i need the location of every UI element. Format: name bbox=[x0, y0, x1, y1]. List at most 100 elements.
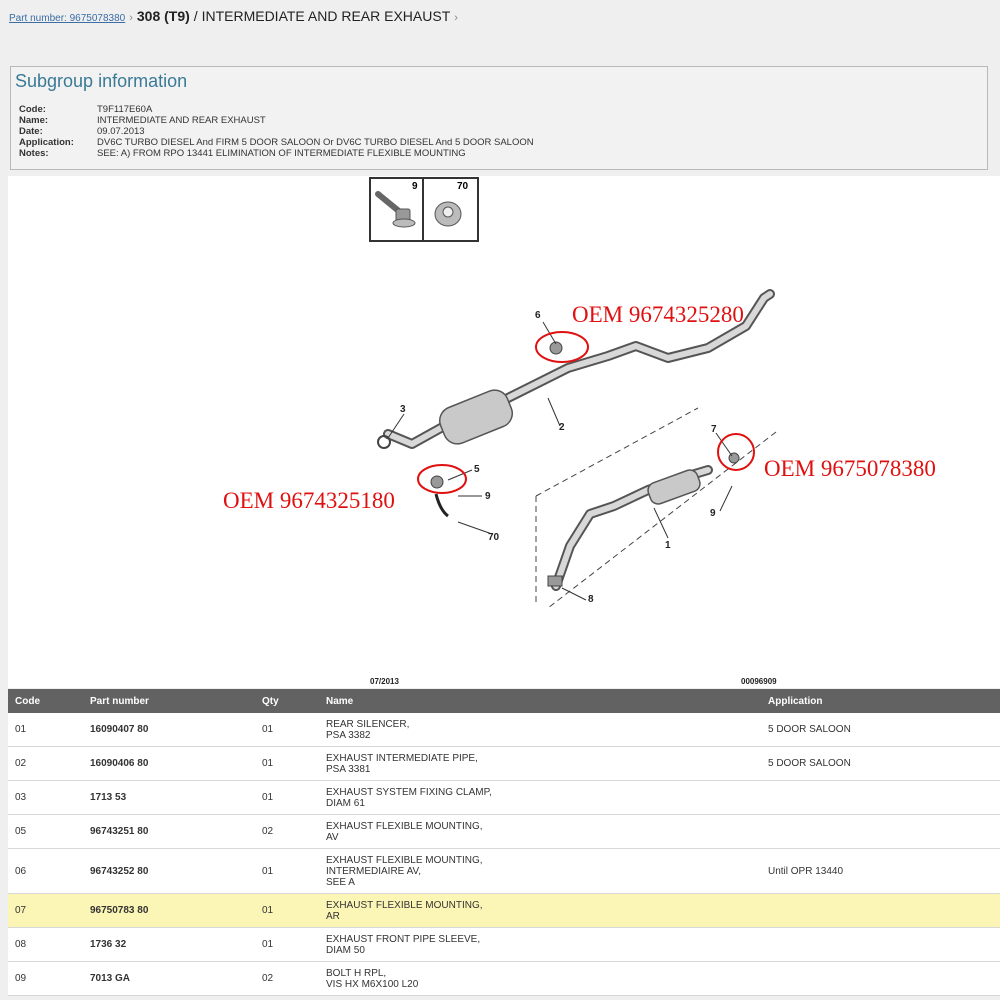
cell-part-number: 16090407 80 bbox=[90, 724, 149, 735]
parts-table: Code Part number Qty Name Application 01… bbox=[8, 689, 1000, 996]
info-row-notes: Notes: SEE: A) FROM RPO 13441 ELIMINATIO… bbox=[19, 148, 534, 159]
callout-70: 70 bbox=[488, 532, 500, 543]
cell-part-number: 96743252 80 bbox=[90, 865, 149, 877]
cell-part-number: 96750783 80 bbox=[90, 905, 149, 916]
callout-6: 6 bbox=[535, 310, 541, 321]
cell-part-number: 96743251 80 bbox=[90, 826, 149, 837]
table-row[interactable]: 08 1736 32 01 EXHAUST FRONT PIPE SLEEVE,… bbox=[8, 928, 1000, 962]
nut-icon bbox=[434, 201, 462, 227]
cell-code: 06 bbox=[15, 865, 27, 877]
cell-name: EXHAUST FLEXIBLE MOUNTING, AR bbox=[326, 899, 483, 922]
highlight-circle-7 bbox=[717, 433, 755, 471]
cell-name: EXHAUST FLEXIBLE MOUNTING, AV bbox=[326, 820, 483, 843]
cell-qty: 01 bbox=[262, 758, 274, 769]
cell-qty: 02 bbox=[262, 973, 274, 984]
pipe-sleeve-icon bbox=[547, 575, 563, 587]
rear-silencer bbox=[647, 469, 701, 505]
callout-5: 5 bbox=[474, 464, 480, 475]
col-application[interactable]: Application bbox=[768, 696, 988, 707]
diagram-date-stamp: 07/2013 bbox=[370, 677, 399, 686]
assembly-outline bbox=[535, 407, 777, 609]
callout-1: 1 bbox=[665, 540, 671, 551]
mounting-front-icon bbox=[430, 475, 444, 489]
thumb-label-9: 9 bbox=[412, 181, 418, 192]
info-value: 09.07.2013 bbox=[97, 126, 145, 137]
diagram-canvas: 9 70 6 3 2 5 9 70 7 9 1 8 OEM 9674325280… bbox=[223, 177, 936, 686]
part-number-link[interactable]: Part number: 9675078380 bbox=[9, 13, 125, 24]
cell-name: EXHAUST FLEXIBLE MOUNTING, INTERMEDIAIRE … bbox=[326, 854, 483, 888]
callout-2: 2 bbox=[559, 422, 565, 433]
diagram-ref-number: 00096909 bbox=[741, 677, 777, 686]
bracket-icon bbox=[434, 493, 449, 518]
info-key: Notes: bbox=[19, 148, 49, 159]
table-row[interactable]: 09 7013 GA 02 BOLT H RPL, VIS HX M6X100 L… bbox=[8, 962, 1000, 996]
info-row-application: Application: DV6C TURBO DIESEL And FIRM … bbox=[19, 137, 534, 148]
exploded-parts-diagram: 9 70 6 3 2 5 9 70 7 9 1 8 OEM 9674325280… bbox=[8, 176, 1000, 688]
table-row[interactable]: 01 16090407 80 01 REAR SILENCER, PSA 3382… bbox=[8, 713, 1000, 747]
oem-label-6: OEM 9674325280 bbox=[572, 302, 744, 327]
cell-application: 5 DOOR SALOON bbox=[768, 724, 851, 735]
page-title: / INTERMEDIATE AND REAR EXHAUST bbox=[193, 8, 451, 24]
table-header: Code Part number Qty Name Application bbox=[8, 689, 1000, 713]
cell-application: Until OPR 13440 bbox=[768, 865, 844, 877]
info-key: Code: bbox=[19, 104, 46, 115]
part-thumbnails: 9 70 bbox=[369, 177, 479, 242]
cell-qty: 01 bbox=[262, 939, 274, 950]
callout-3: 3 bbox=[400, 404, 406, 415]
info-row-code: Code: T9F117E60A bbox=[19, 104, 534, 115]
intermediate-silencer bbox=[438, 389, 514, 445]
info-row-name: Name: INTERMEDIATE AND REAR EXHAUST bbox=[19, 115, 534, 126]
callout-7: 7 bbox=[711, 424, 717, 435]
table-row[interactable]: 03 1713 53 01 EXHAUST SYSTEM FIXING CLAM… bbox=[8, 781, 1000, 815]
oem-label-5: OEM 9674325180 bbox=[223, 488, 395, 513]
callout-9-rear: 9 bbox=[710, 508, 716, 519]
cell-part-number: 1713 53 bbox=[90, 792, 127, 803]
info-value: T9F117E60A bbox=[97, 104, 153, 115]
cell-code: 08 bbox=[15, 939, 27, 950]
cell-name: EXHAUST INTERMEDIATE PIPE, PSA 3381 bbox=[326, 752, 478, 775]
cell-qty: 02 bbox=[262, 826, 274, 837]
cell-part-number: 7013 GA bbox=[90, 973, 131, 984]
info-value: DV6C TURBO DIESEL And FIRM 5 DOOR SALOON… bbox=[97, 137, 534, 148]
col-qty[interactable]: Qty bbox=[262, 696, 326, 707]
cell-code: 07 bbox=[15, 905, 27, 916]
info-value: SEE: A) FROM RPO 13441 ELIMINATION OF IN… bbox=[97, 148, 466, 159]
subgroup-details: Code: T9F117E60A Name: INTERMEDIATE AND … bbox=[19, 104, 534, 159]
leader-lines bbox=[387, 321, 733, 601]
table-row[interactable]: 05 96743251 80 02 EXHAUST FLEXIBLE MOUNT… bbox=[8, 815, 1000, 849]
cell-name: EXHAUST SYSTEM FIXING CLAMP, DIAM 61 bbox=[326, 786, 492, 809]
cell-application: 5 DOOR SALOON bbox=[768, 758, 851, 769]
cell-name: BOLT H RPL, VIS HX M6X100 L20 bbox=[326, 967, 419, 990]
info-row-date: Date: 09.07.2013 bbox=[19, 126, 534, 137]
cell-part-number: 1736 32 bbox=[90, 939, 127, 950]
cell-code: 02 bbox=[15, 758, 27, 769]
breadcrumb-separator: › bbox=[129, 12, 133, 24]
cell-name: EXHAUST FRONT PIPE SLEEVE, DIAM 50 bbox=[326, 933, 481, 956]
breadcrumb: Part number: 9675078380 › 308 (T9) / INT… bbox=[9, 8, 462, 30]
cell-qty: 01 bbox=[262, 905, 274, 916]
info-key: Application: bbox=[19, 137, 74, 148]
table-row[interactable]: 06 96743252 80 01 EXHAUST FLEXIBLE MOUNT… bbox=[8, 849, 1000, 894]
cell-code: 03 bbox=[15, 792, 27, 803]
table-row-selected[interactable]: 07 96750783 80 01 EXHAUST FLEXIBLE MOUNT… bbox=[8, 894, 1000, 928]
cell-code: 09 bbox=[15, 973, 27, 984]
subgroup-heading: Subgroup information bbox=[15, 71, 188, 91]
subgroup-info-panel: Subgroup information Code: T9F117E60A Na… bbox=[10, 66, 988, 170]
cell-code: 01 bbox=[15, 724, 27, 735]
col-part-number[interactable]: Part number bbox=[90, 696, 262, 707]
cell-name: REAR SILENCER, PSA 3382 bbox=[326, 718, 410, 741]
breadcrumb-separator-trailing: › bbox=[454, 12, 458, 24]
cell-qty: 01 bbox=[262, 865, 274, 877]
cell-qty: 01 bbox=[262, 792, 274, 803]
cell-part-number: 16090406 80 bbox=[90, 758, 149, 769]
model-label: 308 (T9) bbox=[136, 8, 190, 24]
oem-label-7: OEM 9675078380 bbox=[764, 456, 936, 481]
info-key: Name: bbox=[19, 115, 49, 126]
info-value: INTERMEDIATE AND REAR EXHAUST bbox=[97, 115, 266, 126]
cell-qty: 01 bbox=[262, 724, 274, 735]
cell-code: 05 bbox=[15, 826, 27, 837]
col-code[interactable]: Code bbox=[8, 696, 90, 707]
table-row[interactable]: 02 16090406 80 01 EXHAUST INTERMEDIATE P… bbox=[8, 747, 1000, 781]
col-name[interactable]: Name bbox=[326, 696, 768, 707]
info-key: Date: bbox=[19, 126, 43, 137]
